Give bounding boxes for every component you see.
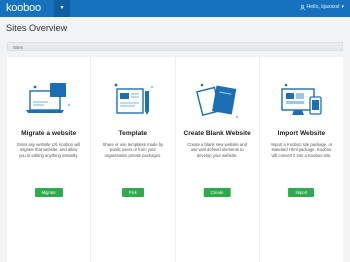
chevron-down-icon[interactable]: ▾: [54, 0, 70, 17]
breadcrumb-item-sites[interactable]: Sites: [13, 45, 23, 50]
user-menu[interactable]: Hello, kjaxxxxl ▾: [299, 4, 344, 10]
card-description: Import a Kooboo site package, or standar…: [270, 142, 333, 158]
card-description: Enter any website Url, kooboo will migra…: [17, 142, 81, 158]
import-button[interactable]: Import: [288, 188, 315, 197]
chevron-down-icon: ▾: [341, 4, 344, 10]
card-title: Template: [118, 130, 148, 137]
migrate-website-icon: [25, 83, 70, 113]
blank-website-icon: [196, 83, 239, 119]
page-title: Sites Overview: [6, 23, 68, 33]
card-title: Create Blank Website: [183, 130, 251, 137]
breadcrumb: Sites: [7, 42, 343, 51]
user-icon: [299, 4, 305, 10]
card-title: Migrate a website: [21, 130, 77, 137]
create-button[interactable]: Create: [203, 188, 231, 197]
pick-button[interactable]: Pick: [121, 188, 144, 197]
user-greeting: Hello, kjaxxxxl: [306, 4, 340, 10]
top-navigation-bar: kooboo ▾ Hello, kjaxxxxl ▾: [0, 0, 350, 17]
migrate-button[interactable]: Migrate: [34, 188, 63, 197]
card-title: Import Website: [277, 130, 326, 137]
card-migrate: Migrate a website Enter any website Url,…: [7, 57, 92, 262]
site-options: Migrate a website Enter any website Url,…: [7, 57, 343, 262]
template-icon: [114, 83, 154, 115]
kooboo-logo[interactable]: kooboo: [6, 2, 41, 14]
card-import: Import Website Import a Kooboo site pack…: [260, 57, 343, 262]
import-website-icon: [281, 83, 323, 115]
card-description: Create a blank new website and use well …: [187, 142, 247, 158]
card-template: Template Share or use templates made by …: [91, 57, 176, 262]
card-description: Share or use templates made by public us…: [102, 142, 164, 158]
card-create-blank: Create Blank Website Create a blank new …: [176, 57, 260, 262]
